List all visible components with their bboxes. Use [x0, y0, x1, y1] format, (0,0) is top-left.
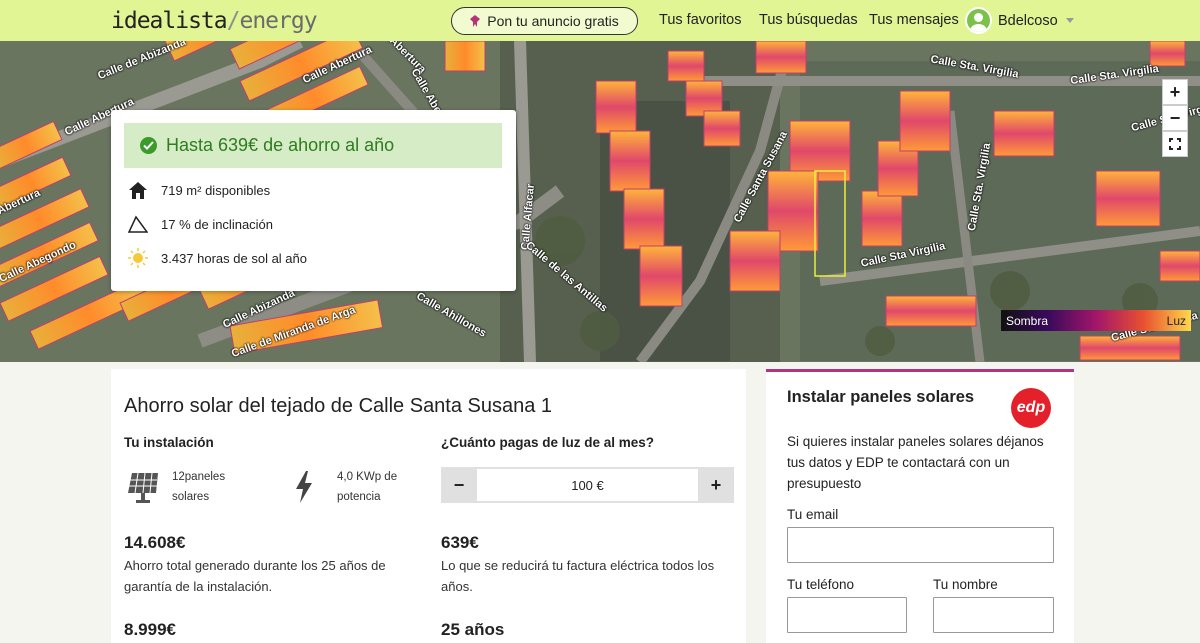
- form-title: Instalar paneles solares: [787, 388, 975, 406]
- phone-field[interactable]: [787, 597, 907, 633]
- top-header: idealista/energy Pon tu anuncio gratis T…: [0, 0, 1200, 41]
- increase-button[interactable]: +: [698, 467, 734, 503]
- bill-reduction-desc: Lo que se reducirá tu factura eléctrica …: [441, 558, 715, 594]
- inclination-text: 17 % de inclinación: [161, 216, 274, 232]
- post-ad-button[interactable]: Pon tu anuncio gratis: [451, 7, 638, 35]
- zoom-in-button[interactable]: +: [1162, 79, 1188, 105]
- pin-icon: [470, 15, 481, 27]
- saving-banner: Hasta 639€ de ahorro al año: [124, 123, 502, 168]
- sun-legend: Sombra Luz: [1001, 310, 1191, 331]
- panels-count-text: 12paneles: [172, 471, 226, 483]
- panels-label-text: solares: [172, 491, 210, 503]
- phone-label: Tu teléfono: [787, 577, 855, 592]
- fullscreen-button[interactable]: [1162, 131, 1188, 157]
- power-value-text: 4,0 KWp de: [337, 471, 398, 483]
- power-label-text: potencia: [337, 491, 381, 503]
- inclination-row: 17 % de inclinación: [127, 213, 273, 235]
- solar-savings-panel: Ahorro solar del tejado de Calle Santa S…: [111, 369, 746, 643]
- installation-heading: Tu instalación: [124, 435, 214, 450]
- bill-heading: ¿Cuánto pagas de luz de al mes?: [441, 435, 655, 450]
- sun-hours-row: 3.437 horas de sol al año: [127, 247, 307, 269]
- legend-high-label: Luz: [1166, 313, 1186, 328]
- nav-messages[interactable]: Tus mensajes: [869, 12, 959, 28]
- page-title: Ahorro solar del tejado de Calle Santa S…: [124, 395, 553, 417]
- power-feature: 4,0 KWp de potencia: [291, 467, 397, 507]
- edp-logo: edp: [1011, 388, 1051, 428]
- name-field[interactable]: [933, 597, 1054, 633]
- nav-favorites[interactable]: Tus favoritos: [659, 12, 741, 28]
- post-ad-label: Pon tu anuncio gratis: [487, 13, 619, 29]
- email-label: Tu email: [787, 507, 839, 522]
- sun-icon: [127, 247, 149, 269]
- total-saving-desc: Ahorro total generado durante los 25 año…: [124, 558, 386, 594]
- idealista-energy-logo[interactable]: idealista/energy: [111, 8, 318, 34]
- installation-cost-value: 8.999€: [124, 620, 176, 639]
- avatar: [965, 7, 992, 34]
- user-menu[interactable]: Bdelcoso: [965, 7, 1074, 34]
- house-icon: [127, 179, 149, 201]
- nav-searches[interactable]: Tus búsquedas: [759, 12, 858, 28]
- monthly-bill-stepper: − 100 € +: [441, 467, 734, 503]
- check-icon: [140, 137, 157, 154]
- total-saving-value: 14.608€: [124, 533, 186, 552]
- lightning-icon: [296, 471, 312, 503]
- email-field[interactable]: [787, 527, 1054, 563]
- area-text: 719 m² disponibles: [161, 182, 271, 198]
- username: Bdelcoso: [998, 12, 1058, 29]
- sun-hours-text: 3.437 horas de sol al año: [161, 250, 307, 266]
- install-panels-form: Instalar paneles solares edp Si quieres …: [766, 369, 1074, 643]
- monthly-bill-input[interactable]: 100 €: [477, 469, 698, 501]
- decrease-button[interactable]: −: [441, 467, 477, 503]
- panels-feature: 12paneles solares: [126, 467, 225, 507]
- saving-text: Hasta 639€ de ahorro al año: [166, 135, 395, 155]
- logo-slash: /: [226, 8, 241, 34]
- warranty-years-value: 25 años: [441, 620, 505, 639]
- area-row: 719 m² disponibles: [127, 179, 270, 201]
- logo-sub-text: energy: [239, 8, 317, 34]
- roof-info-card: Hasta 639€ de ahorro al año 719 m² dispo…: [111, 110, 516, 291]
- bill-reduction-value: 639€: [441, 533, 479, 552]
- triangle-icon: [127, 213, 149, 235]
- solar-panel-icon: [128, 472, 158, 503]
- fullscreen-icon: [1169, 138, 1181, 150]
- legend-low-label: Sombra: [1006, 313, 1049, 328]
- name-label: Tu nombre: [933, 577, 998, 592]
- logo-main-text: idealista: [111, 8, 228, 34]
- chevron-down-icon: [1065, 18, 1074, 23]
- zoom-out-button[interactable]: −: [1162, 105, 1188, 131]
- form-description: Si quieres instalar paneles solares déja…: [787, 434, 1044, 491]
